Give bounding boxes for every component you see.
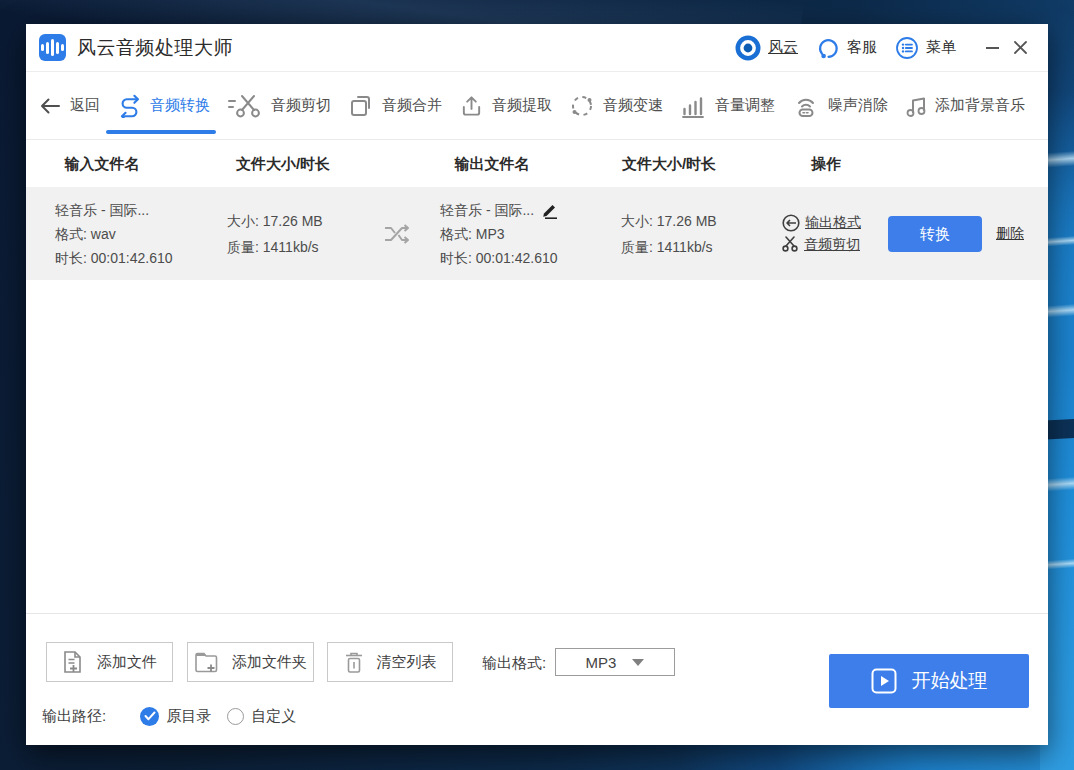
minimize-button[interactable] <box>978 34 1006 62</box>
feature-tab-bar: 返回 音频转换 音频剪切 音频合并 <box>26 72 1048 140</box>
output-size-info: 大小: 17.26 MB 质量: 1411kb/s <box>621 208 717 260</box>
radio-custom-directory[interactable]: 自定义 <box>227 707 296 726</box>
output-file-format: 格式: MP3 <box>440 222 559 246</box>
convert-button[interactable]: 转换 <box>888 216 982 252</box>
input-file-quality: 质量: 1411kb/s <box>227 234 323 260</box>
output-format-select[interactable]: MP3 <box>555 648 675 676</box>
tab-audio-merge[interactable]: 音频合并 <box>349 72 442 139</box>
radio-unchecked-icon <box>227 708 244 725</box>
tab-back[interactable]: 返回 <box>39 72 100 139</box>
col-output-filename: 输出文件名 <box>455 154 530 173</box>
add-folder-icon <box>194 651 219 673</box>
app-logo-icon <box>39 34 66 61</box>
col-output-size: 文件大小/时长 <box>622 154 716 173</box>
menu-link[interactable]: 菜单 <box>895 36 956 60</box>
table-header: 输入文件名 文件大小/时长 输出文件名 文件大小/时长 操作 <box>26 140 1048 187</box>
close-button[interactable] <box>1006 34 1034 62</box>
input-size-info: 大小: 17.26 MB 质量: 1411kb/s <box>227 208 323 260</box>
volume-bars-icon <box>681 94 706 118</box>
app-title: 风云音频处理大师 <box>77 35 233 61</box>
col-input-filename: 输入文件名 <box>65 154 140 173</box>
trash-icon <box>344 651 364 674</box>
tab-noise-removal[interactable]: 噪声消除 <box>793 72 888 139</box>
input-file-format: 格式: wav <box>55 222 173 246</box>
radio-original-directory[interactable]: 原目录 <box>140 707 211 726</box>
output-format-icon <box>782 214 800 232</box>
radio-checked-icon <box>140 707 159 726</box>
tab-audio-extract[interactable]: 音频提取 <box>460 72 552 139</box>
output-file-info: 轻音乐 - 国际... 格式: MP3 时长: 00:01:42.610 <box>440 198 559 270</box>
audio-cut-link[interactable]: 音频剪切 <box>782 236 861 254</box>
minimize-icon <box>986 47 999 49</box>
output-file-duration: 时长: 00:01:42.610 <box>440 246 559 270</box>
scissors-icon <box>228 94 262 118</box>
output-format-value: MP3 <box>586 654 617 671</box>
menu-icon <box>895 36 919 60</box>
col-input-size: 文件大小/时长 <box>236 154 330 173</box>
bullseye-icon <box>735 35 761 61</box>
start-processing-button[interactable]: 开始处理 <box>829 654 1029 708</box>
app-window: 风云音频处理大师 风云 客服 <box>26 24 1048 745</box>
tab-volume-adjust[interactable]: 音量调整 <box>681 72 775 139</box>
bottom-toolbar: 添加文件 添加文件夹 清空列表 输出格式: MP3 <box>26 613 1048 745</box>
shuffle-icon <box>382 222 412 246</box>
output-format-label: 输出格式: <box>482 654 546 673</box>
output-file-size: 大小: 17.26 MB <box>621 208 717 234</box>
add-file-button[interactable]: 添加文件 <box>46 642 173 682</box>
output-path-label: 输出路径: <box>42 707 106 726</box>
tab-audio-cut[interactable]: 音频剪切 <box>228 72 331 139</box>
input-file-info: 轻音乐 - 国际... 格式: wav 时长: 00:01:42.610 <box>55 198 173 270</box>
speed-icon <box>570 94 594 118</box>
close-icon <box>1013 40 1028 55</box>
output-file-name: 轻音乐 - 国际... <box>440 198 534 222</box>
col-actions: 操作 <box>811 154 841 173</box>
extract-icon <box>460 94 483 118</box>
edit-pencil-icon[interactable] <box>541 201 559 219</box>
add-folder-button[interactable]: 添加文件夹 <box>187 642 314 682</box>
audio-convert-icon <box>118 93 141 118</box>
back-arrow-icon <box>39 97 61 115</box>
row-actions: 输出格式 音频剪切 <box>782 210 861 258</box>
output-file-quality: 质量: 1411kb/s <box>621 234 717 260</box>
file-row: 轻音乐 - 国际... 格式: wav 时长: 00:01:42.610 大小:… <box>26 187 1048 280</box>
clear-list-button[interactable]: 清空列表 <box>327 642 453 682</box>
tab-add-background-music[interactable]: 添加背景音乐 <box>906 72 1025 139</box>
output-format-link[interactable]: 输出格式 <box>782 214 861 232</box>
scissors-small-icon <box>782 236 799 253</box>
noise-icon <box>793 94 819 118</box>
tab-audio-convert[interactable]: 音频转换 <box>118 72 210 139</box>
delete-link[interactable]: 删除 <box>996 225 1024 243</box>
input-file-size: 大小: 17.26 MB <box>227 208 323 234</box>
add-file-icon <box>62 650 84 674</box>
music-note-icon <box>906 94 926 118</box>
play-icon <box>871 668 897 694</box>
merge-icon <box>349 94 373 118</box>
brand-link[interactable]: 风云 <box>735 35 798 61</box>
customer-service-link[interactable]: 客服 <box>816 36 877 60</box>
input-file-duration: 时长: 00:01:42.610 <box>55 246 173 270</box>
title-bar: 风云音频处理大师 风云 客服 <box>26 24 1048 72</box>
output-path-row: 输出路径: 原目录 自定义 <box>42 701 296 731</box>
input-file-name: 轻音乐 - 国际... <box>55 198 173 222</box>
tab-audio-speed[interactable]: 音频变速 <box>570 72 663 139</box>
headset-icon <box>816 36 840 60</box>
dropdown-caret-icon <box>632 659 644 666</box>
